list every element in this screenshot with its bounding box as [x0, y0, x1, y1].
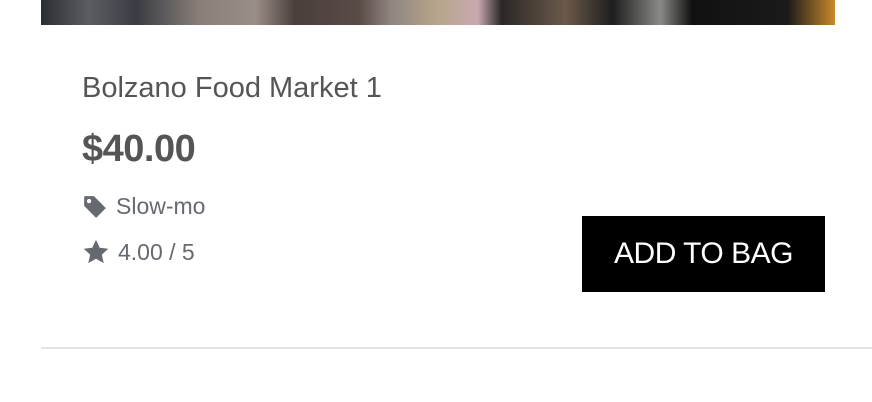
- tag-icon: [84, 195, 106, 218]
- product-rating: 4.00 / 5: [82, 238, 195, 266]
- add-to-bag-button[interactable]: ADD TO BAG: [582, 216, 825, 292]
- product-title: Bolzano Food Market 1: [82, 72, 382, 104]
- product-tag: Slow-mo: [82, 193, 205, 220]
- tag-label: Slow-mo: [116, 193, 206, 219]
- product-image[interactable]: [41, 0, 835, 25]
- rating-value: 4.00 / 5: [118, 238, 195, 265]
- divider: [41, 347, 872, 349]
- product-price: $40.00: [82, 128, 196, 170]
- star-icon: [83, 239, 109, 264]
